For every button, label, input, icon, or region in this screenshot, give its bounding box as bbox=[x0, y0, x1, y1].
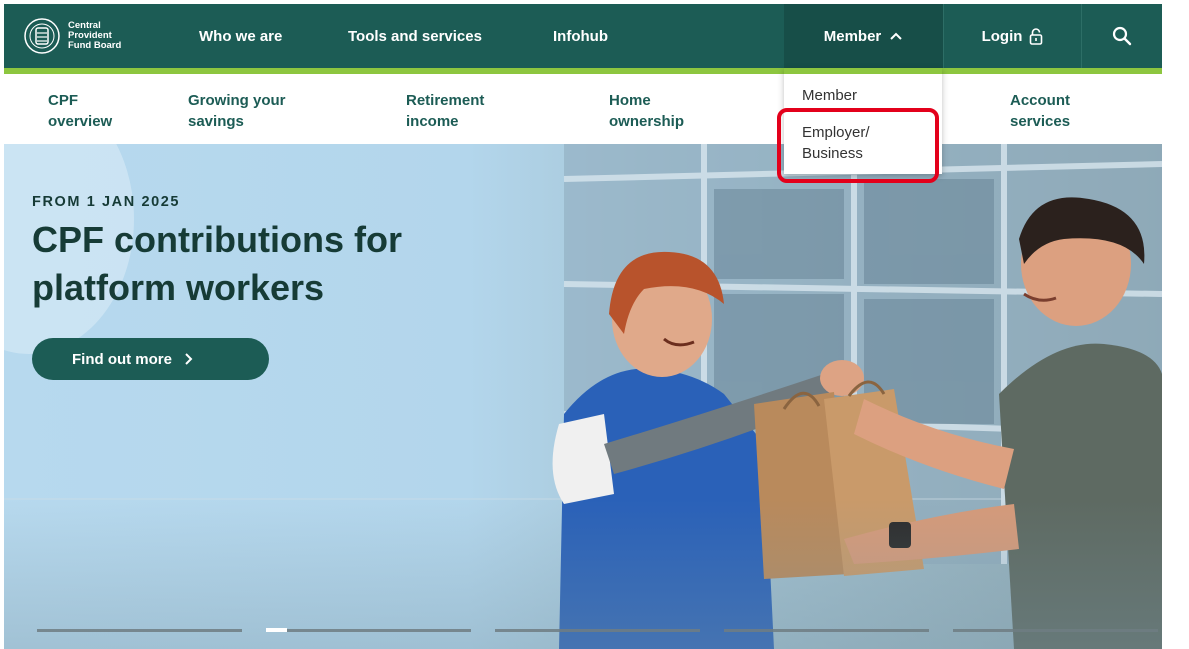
slide-indicator[interactable] bbox=[495, 629, 700, 632]
slide-indicator-active[interactable] bbox=[266, 628, 471, 632]
subnav-account-services[interactable]: Account services bbox=[1010, 90, 1150, 132]
top-navigation-bar: Central Provident Fund Board Who we are … bbox=[4, 4, 1162, 68]
logo-line: Fund Board bbox=[68, 40, 122, 51]
lock-icon bbox=[1030, 28, 1043, 45]
subnav-label: Retirement bbox=[406, 92, 485, 109]
subnav-label: overview bbox=[48, 113, 113, 130]
cpf-seal-icon bbox=[24, 18, 60, 54]
subnav-label: Home bbox=[609, 92, 651, 109]
secondary-navigation: CPF overview Growing your savings Retire… bbox=[4, 74, 1162, 144]
subnav-label: income bbox=[406, 113, 459, 130]
login-button[interactable]: Login bbox=[943, 4, 1082, 68]
subnav-growing-your-savings[interactable]: Growing your savings bbox=[188, 90, 328, 132]
hero-kicker: FROM 1 JAN 2025 bbox=[32, 194, 181, 210]
nav-who-we-are[interactable]: Who we are bbox=[179, 4, 339, 68]
slide-progress-fill bbox=[266, 628, 287, 632]
slide-indicator[interactable] bbox=[37, 629, 242, 632]
cta-label: Find out more bbox=[72, 350, 172, 368]
search-icon bbox=[1112, 26, 1132, 46]
nav-tools-and-services[interactable]: Tools and services bbox=[339, 4, 552, 68]
find-out-more-button[interactable]: Find out more bbox=[32, 338, 269, 380]
hero-headline: CPF contributions for platform workers bbox=[32, 216, 502, 312]
cpf-logo[interactable]: Central Provident Fund Board bbox=[4, 4, 179, 68]
subnav-label: savings bbox=[188, 113, 244, 130]
dropdown-item-member[interactable]: Member bbox=[802, 85, 857, 106]
slide-indicator[interactable] bbox=[724, 629, 929, 632]
subnav-label: CPF bbox=[48, 92, 78, 109]
highlight-outline bbox=[777, 108, 939, 183]
chevron-up-icon bbox=[890, 32, 902, 40]
hero-shade bbox=[4, 499, 1162, 649]
nav-member-label: Member bbox=[823, 27, 882, 45]
search-button[interactable] bbox=[1082, 4, 1162, 68]
slide-indicator[interactable] bbox=[953, 629, 1158, 632]
subnav-label: ownership bbox=[609, 113, 685, 130]
hero-banner: FROM 1 JAN 2025 CPF contributions for pl… bbox=[4, 144, 1162, 649]
subnav-label: Growing your bbox=[188, 92, 286, 109]
subnav-retirement-income[interactable]: Retirement income bbox=[406, 90, 546, 132]
logo-wordmark: Central Provident Fund Board bbox=[68, 21, 121, 51]
subnav-cpf-overview[interactable]: CPF overview bbox=[48, 90, 188, 132]
nav-member-toggle[interactable]: Member bbox=[784, 4, 943, 68]
subnav-label: services bbox=[1010, 113, 1071, 130]
nav-infohub[interactable]: Infohub bbox=[552, 4, 784, 68]
subnav-home-ownership[interactable]: Home ownership bbox=[609, 90, 749, 132]
subnav-label: Account bbox=[1010, 92, 1070, 109]
chevron-right-icon bbox=[185, 353, 193, 365]
login-label: Login bbox=[981, 27, 1023, 45]
hero-headline-line: CPF contributions for bbox=[32, 219, 402, 260]
hero-headline-line: platform workers bbox=[32, 267, 325, 308]
